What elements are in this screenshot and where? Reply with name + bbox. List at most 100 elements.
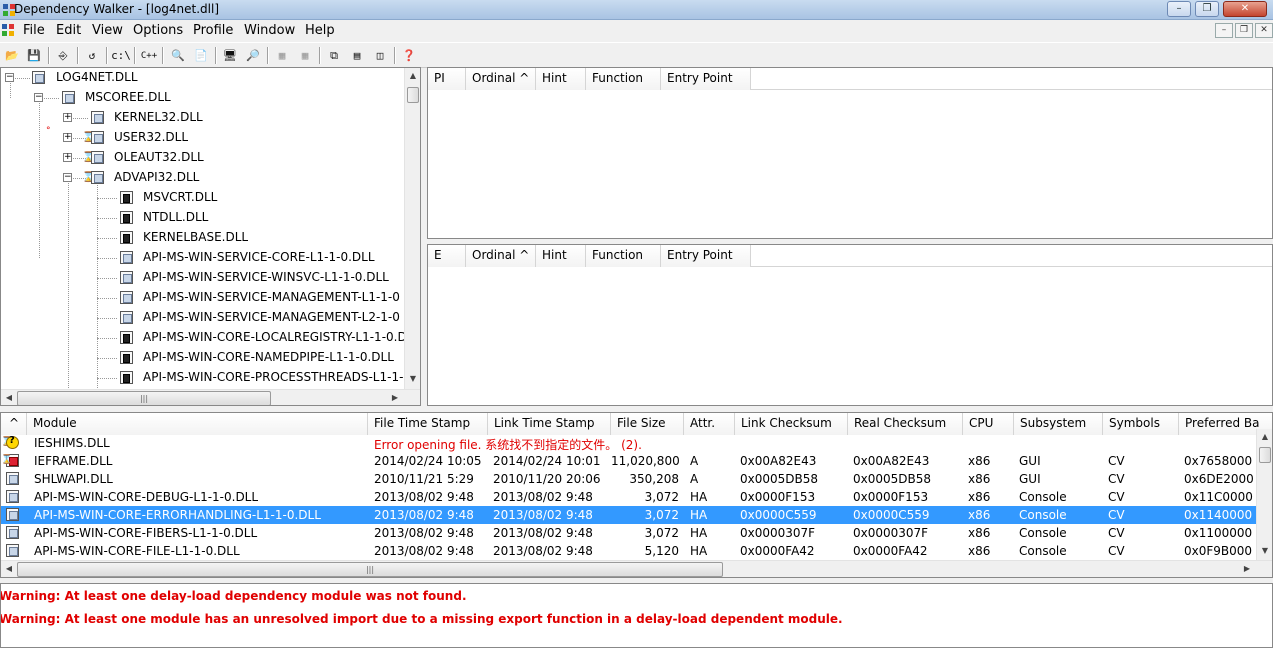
column-sort-indicator[interactable]: ^ bbox=[1, 413, 27, 435]
column-ordinal[interactable]: Ordinal ^ bbox=[466, 245, 536, 267]
scrollbar-thumb[interactable]: ||| bbox=[17, 391, 271, 405]
scroll-down-icon[interactable]: ▼ bbox=[405, 371, 420, 387]
maximize-button[interactable]: ❐ bbox=[1195, 1, 1219, 17]
column-e[interactable]: E bbox=[428, 245, 466, 267]
scroll-up-icon[interactable]: ▲ bbox=[405, 68, 420, 84]
module-vertical-scrollbar[interactable]: ▲ ▼ bbox=[1256, 429, 1272, 560]
context-help-button[interactable]: ❓ bbox=[399, 46, 419, 65]
tree-node-service-core[interactable]: API-MS-WIN-SERVICE-CORE-L1-1-0.DLL bbox=[1, 248, 405, 268]
tree-node-ntdll[interactable]: NTDLL.DLL bbox=[1, 208, 405, 228]
tree-node-service-management-l1[interactable]: API-MS-WIN-SERVICE-MANAGEMENT-L1-1-0 bbox=[1, 288, 405, 308]
mdi-restore-button[interactable]: ❐ bbox=[1235, 23, 1253, 38]
scrollbar-thumb[interactable] bbox=[1259, 447, 1271, 463]
expand-icon[interactable]: + bbox=[63, 113, 72, 122]
column-hint[interactable]: Hint bbox=[536, 68, 586, 90]
open-button[interactable]: 📂 bbox=[2, 46, 22, 65]
tile-horizontal-button[interactable]: ▤ bbox=[347, 46, 367, 65]
column-entry-point[interactable]: Entry Point bbox=[661, 68, 751, 90]
scroll-right-icon[interactable]: ▶ bbox=[1239, 561, 1255, 577]
document-icon[interactable] bbox=[1, 23, 15, 37]
column-entry-point[interactable]: Entry Point bbox=[661, 245, 751, 267]
save-button[interactable]: 💾 bbox=[24, 46, 44, 65]
tree-node-localregistry[interactable]: API-MS-WIN-CORE-LOCALREGISTRY-L1-1-0.D bbox=[1, 328, 407, 348]
tree-node-oleaut32[interactable]: + ⌛ OLEAUT32.DLL bbox=[1, 148, 405, 168]
scroll-down-icon[interactable]: ▼ bbox=[1257, 543, 1272, 559]
menu-profile[interactable]: Profile bbox=[193, 23, 233, 38]
menu-options[interactable]: Options bbox=[133, 23, 183, 38]
column-attr[interactable]: Attr. bbox=[684, 413, 735, 435]
tree-node-mscoree[interactable]: − MSCOREE.DLL bbox=[1, 88, 405, 108]
tree-node-service-management-l2[interactable]: API-MS-WIN-SERVICE-MANAGEMENT-L2-1-0 bbox=[1, 308, 405, 328]
column-real-checksum[interactable]: Real Checksum bbox=[848, 413, 963, 435]
parent-imports-list[interactable]: PI Ordinal ^ Hint Function Entry Point bbox=[427, 67, 1273, 239]
system-info-button[interactable]: 🖥 bbox=[220, 46, 240, 65]
column-link-checksum[interactable]: Link Checksum bbox=[735, 413, 848, 435]
profile-button[interactable]: ⎆ bbox=[53, 46, 73, 65]
module-tree[interactable]: − LOG4NET.DLL − MSCOREE.DLL + KERNEL32.D… bbox=[0, 67, 421, 406]
module-row[interactable]: ⌛ IEFRAME.DLL 2014/02/24 10:05 2014/02/24 1… bbox=[1, 452, 1258, 470]
module-list[interactable]: ^ Module File Time Stamp Link Time Stamp… bbox=[0, 412, 1273, 578]
undecorate-cpp-button[interactable]: C++ bbox=[138, 46, 160, 65]
tree-node-processthreads[interactable]: API-MS-WIN-CORE-PROCESSTHREADS-L1-1- bbox=[1, 368, 405, 388]
tree-node-log4net[interactable]: − LOG4NET.DLL bbox=[1, 68, 405, 88]
expand-icon[interactable]: + bbox=[63, 133, 72, 142]
scroll-right-icon[interactable]: ▶ bbox=[387, 390, 403, 405]
refresh-button[interactable]: ↺ bbox=[82, 46, 102, 65]
view-module-button[interactable]: 🔍 bbox=[168, 46, 188, 65]
module-row[interactable]: SHLWAPI.DLL 2010/11/21 5:29 2010/11/20 20:… bbox=[1, 470, 1258, 488]
cascade-button[interactable]: ⧉ bbox=[324, 46, 344, 65]
collapse-icon[interactable]: − bbox=[34, 93, 43, 102]
tile-vertical-button[interactable]: ◫ bbox=[370, 46, 390, 65]
collapse-icon[interactable]: − bbox=[5, 73, 14, 82]
column-function[interactable]: Function bbox=[586, 68, 661, 90]
tree-horizontal-scrollbar[interactable]: ◀ ||| ▶ bbox=[1, 389, 420, 405]
scroll-left-icon[interactable]: ◀ bbox=[1, 561, 17, 577]
module-horizontal-scrollbar[interactable]: ◀ ||| ▶ bbox=[1, 560, 1272, 577]
minimize-button[interactable]: – bbox=[1167, 1, 1191, 17]
scrollbar-thumb[interactable]: ||| bbox=[17, 562, 723, 577]
module-row[interactable]: API-MS-WIN-CORE-FILE-L1-1-0.DLL 2013/08/0… bbox=[1, 542, 1258, 560]
menu-help[interactable]: Help bbox=[305, 23, 335, 38]
module-row[interactable]: API-MS-WIN-CORE-DEBUG-L1-1-0.DLL 2013/08/… bbox=[1, 488, 1258, 506]
find-button[interactable]: 🔎 bbox=[243, 46, 263, 65]
scroll-up-icon[interactable]: ▲ bbox=[1257, 429, 1272, 445]
next-button[interactable]: ▦ bbox=[295, 46, 315, 65]
module-row[interactable]: API-MS-WIN-CORE-FIBERS-L1-1-0.DLL 2013/08… bbox=[1, 524, 1258, 542]
tree-node-user32[interactable]: ° + ⌛ USER32.DLL bbox=[1, 126, 405, 148]
mdi-close-button[interactable]: ✕ bbox=[1255, 23, 1273, 38]
properties-button[interactable]: 📄 bbox=[191, 46, 211, 65]
menu-window[interactable]: Window bbox=[244, 23, 295, 38]
scroll-left-icon[interactable]: ◀ bbox=[1, 390, 17, 405]
menu-edit[interactable]: Edit bbox=[56, 23, 81, 38]
mdi-minimize-button[interactable]: – bbox=[1215, 23, 1233, 38]
exports-list[interactable]: E Ordinal ^ Hint Function Entry Point bbox=[427, 244, 1273, 406]
scrollbar-thumb[interactable] bbox=[407, 87, 419, 103]
column-symbols[interactable]: Symbols bbox=[1103, 413, 1179, 435]
menu-view[interactable]: View bbox=[92, 23, 123, 38]
column-link-time-stamp[interactable]: Link Time Stamp bbox=[488, 413, 611, 435]
column-function[interactable]: Function bbox=[586, 245, 661, 267]
tree-node-kernel32[interactable]: + KERNEL32.DLL bbox=[1, 108, 405, 128]
menu-file[interactable]: File bbox=[23, 23, 45, 38]
tree-node-namedpipe[interactable]: API-MS-WIN-CORE-NAMEDPIPE-L1-1-0.DLL bbox=[1, 348, 405, 368]
column-cpu[interactable]: CPU bbox=[963, 413, 1014, 435]
expand-icon[interactable]: + bbox=[63, 153, 72, 162]
module-row-error[interactable]: ⌛ IESHIMS.DLL Error opening file. 系统找不到指… bbox=[1, 434, 1258, 452]
column-ordinal[interactable]: Ordinal ^ bbox=[466, 68, 536, 90]
column-module[interactable]: Module bbox=[27, 413, 368, 435]
column-pi[interactable]: PI bbox=[428, 68, 466, 90]
tree-node-advapi32[interactable]: − ⌛ ADVAPI32.DLL bbox=[1, 168, 405, 188]
column-subsystem[interactable]: Subsystem bbox=[1014, 413, 1103, 435]
tree-node-service-winsvc[interactable]: API-MS-WIN-SERVICE-WINSVC-L1-1-0.DLL bbox=[1, 268, 405, 288]
column-hint[interactable]: Hint bbox=[536, 245, 586, 267]
module-row[interactable]: API-MS-WIN-CORE-ERRORHANDLING-L1-1-0.DLL… bbox=[1, 506, 1258, 524]
full-paths-button[interactable]: c:\ bbox=[110, 46, 132, 65]
column-file-time-stamp[interactable]: File Time Stamp bbox=[368, 413, 488, 435]
tree-vertical-scrollbar[interactable]: ▲ ▼ bbox=[404, 68, 420, 389]
log-output[interactable]: Warning: At least one delay-load depende… bbox=[0, 583, 1273, 648]
collapse-icon[interactable]: − bbox=[63, 173, 72, 182]
tree-node-kernelbase[interactable]: KERNELBASE.DLL bbox=[1, 228, 405, 248]
tree-node-msvcrt[interactable]: MSVCRT.DLL bbox=[1, 188, 405, 208]
column-file-size[interactable]: File Size bbox=[611, 413, 684, 435]
previous-button[interactable]: ▦ bbox=[272, 46, 292, 65]
